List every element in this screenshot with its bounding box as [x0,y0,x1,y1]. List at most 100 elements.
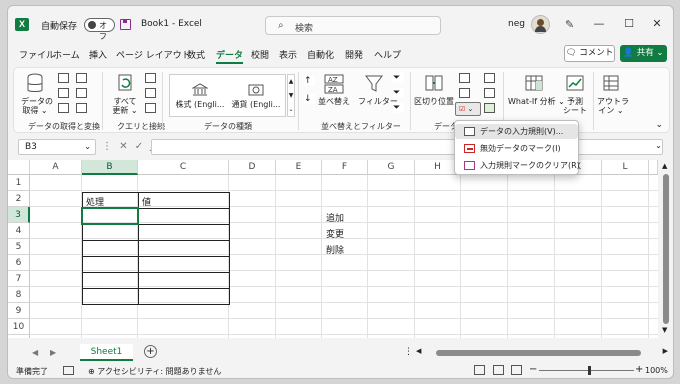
cell-F4[interactable]: 変更 [326,227,344,240]
select-all-corner[interactable] [8,160,30,175]
what-if-analysis-button[interactable]: What-If 分析 ⌄ [508,73,565,106]
cell-C2[interactable]: 値 [142,195,151,208]
queries-connections-icon[interactable] [145,73,156,83]
sort-button[interactable]: AZ ZA 並べ替え [317,73,351,106]
flash-fill-icon[interactable] [459,73,470,83]
tab-insert[interactable]: 挿入 [89,48,107,61]
recent-sources-icon[interactable] [76,73,87,83]
tab-review[interactable]: 校閲 [251,48,269,61]
filter-button[interactable]: フィルター [358,73,398,106]
row-header[interactable]: 4 [8,223,30,239]
from-table-icon[interactable] [58,103,69,113]
zoom-slider[interactable] [539,370,634,371]
tab-page-layout[interactable]: ページ レイアウト [116,48,191,61]
vertical-scrollbar[interactable]: ▲ ▼ [658,160,673,338]
sheet-prev-icon[interactable]: ◀ [32,348,38,357]
properties-icon[interactable] [145,88,156,98]
scroll-up-icon[interactable]: ▲ [662,162,667,170]
cancel-icon[interactable]: ✕ [119,141,127,152]
share-button[interactable]: 👤 共有 ⌄ [620,45,667,62]
sort-descending-icon[interactable]: ↓ [304,94,315,104]
zoom-slider-handle[interactable] [588,366,591,375]
text-to-columns-button[interactable]: 区切り位置 [414,73,454,106]
remove-duplicates-icon[interactable] [459,88,470,98]
from-text-icon[interactable] [58,73,69,83]
scroll-thumb[interactable] [663,174,669,324]
outline-button[interactable]: アウトラ イン ⌄ [597,73,629,115]
scroll-right-icon[interactable]: ▶ [663,347,668,355]
advanced-filter-icon[interactable]: ⏷ [393,103,404,113]
data-validation-button[interactable]: ☑ ⌄ [455,102,481,116]
page-break-view-icon[interactable] [511,365,522,375]
comment-button[interactable]: 🗨 コメント [564,45,615,62]
name-box[interactable]: B3 ⌄ [18,139,96,155]
reapply-icon[interactable]: ⏷ [393,88,404,98]
close-button[interactable]: ✕ [647,15,667,33]
sort-ascending-icon[interactable]: ↑ [304,76,315,86]
gallery-scroll[interactable]: ▲ ▼ ⌄ [287,74,295,117]
active-cell-B3[interactable] [81,207,139,225]
sheet-tab[interactable]: Sheet1 [80,344,133,361]
column-header[interactable]: E [276,160,322,175]
worksheet-grid[interactable]: A B C D E F G H I J K L 1 2 3 4 5 6 7 8 … [8,160,658,338]
row-header[interactable]: 9 [8,303,30,319]
get-data-button[interactable]: データの 取得 ⌄ [21,73,53,115]
sheet-next-icon[interactable]: ▶ [50,348,56,357]
tab-home[interactable]: ホーム [53,48,80,61]
expand-formula-bar-icon[interactable]: ⌄ [655,141,662,150]
search-input[interactable]: ⌕ 検索 [265,16,441,35]
scroll-left-icon[interactable]: ◀ [416,347,421,355]
zoom-in-button[interactable]: + [635,364,643,375]
collapse-ribbon-icon[interactable]: ⌄ [655,120,663,130]
column-header[interactable]: C [138,160,229,175]
tab-formulas[interactable]: 数式 [187,48,205,61]
row-header[interactable]: 2 [8,191,30,207]
edit-links-icon[interactable] [145,103,156,113]
row-header[interactable]: 1 [8,175,30,191]
formula-input[interactable] [151,139,663,155]
minimize-button[interactable]: — [589,15,609,33]
column-header[interactable]: A [30,160,82,175]
column-header[interactable]: B [82,160,138,175]
row-header[interactable]: 11 [8,335,30,338]
row-header[interactable]: 5 [8,239,30,255]
avatar[interactable] [531,15,550,34]
menu-item-circle-invalid[interactable]: 無効データのマーク(I) [455,141,578,156]
refresh-all-button[interactable]: すべて 更新 ⌄ [111,73,139,115]
data-model-icon[interactable] [484,103,495,113]
tab-view[interactable]: 表示 [279,48,297,61]
menu-item-data-validation[interactable]: データの入力規則(V)... [455,124,578,139]
tab-automate[interactable]: 自動化 [307,48,334,61]
currency-data-type[interactable]: 通貨 (Engli... [230,83,282,110]
user-name[interactable]: neg [508,19,525,29]
relationships-icon[interactable] [484,88,495,98]
existing-connections-icon[interactable] [76,88,87,98]
row-header[interactable]: 10 [8,319,30,335]
scroll-thumb[interactable] [436,350,641,356]
autosave-toggle[interactable]: オフ [84,18,115,41]
horizontal-scrollbar[interactable]: ◀ ▶ [416,347,668,358]
macro-record-icon[interactable] [63,366,74,375]
row-header[interactable]: 6 [8,255,30,271]
forecast-sheet-button[interactable]: 予測 シート [561,73,589,115]
from-picture-icon[interactable] [76,103,87,113]
zoom-out-button[interactable]: − [529,364,537,375]
tab-data[interactable]: データ [216,48,244,64]
zoom-level[interactable]: 100% [645,366,668,375]
row-header[interactable]: 7 [8,271,30,287]
stocks-data-type[interactable]: 株式 (Engli... [174,83,226,110]
consolidate-icon[interactable] [484,73,495,83]
cell-F5[interactable]: 削除 [326,243,344,256]
page-layout-view-icon[interactable] [493,365,504,375]
row-header[interactable]: 3 [8,207,30,223]
column-header[interactable]: F [322,160,368,175]
scroll-down-icon[interactable]: ▼ [662,326,667,334]
tab-help[interactable]: ヘルプ [374,48,401,61]
column-header[interactable]: G [368,160,415,175]
pen-icon[interactable]: ✎ [565,18,574,31]
from-web-icon[interactable] [58,88,69,98]
cell-F3[interactable]: 追加 [326,211,344,224]
row-header[interactable]: 8 [8,287,30,303]
tab-file[interactable]: ファイル [19,48,55,61]
enter-icon[interactable]: ✓ [135,141,143,152]
